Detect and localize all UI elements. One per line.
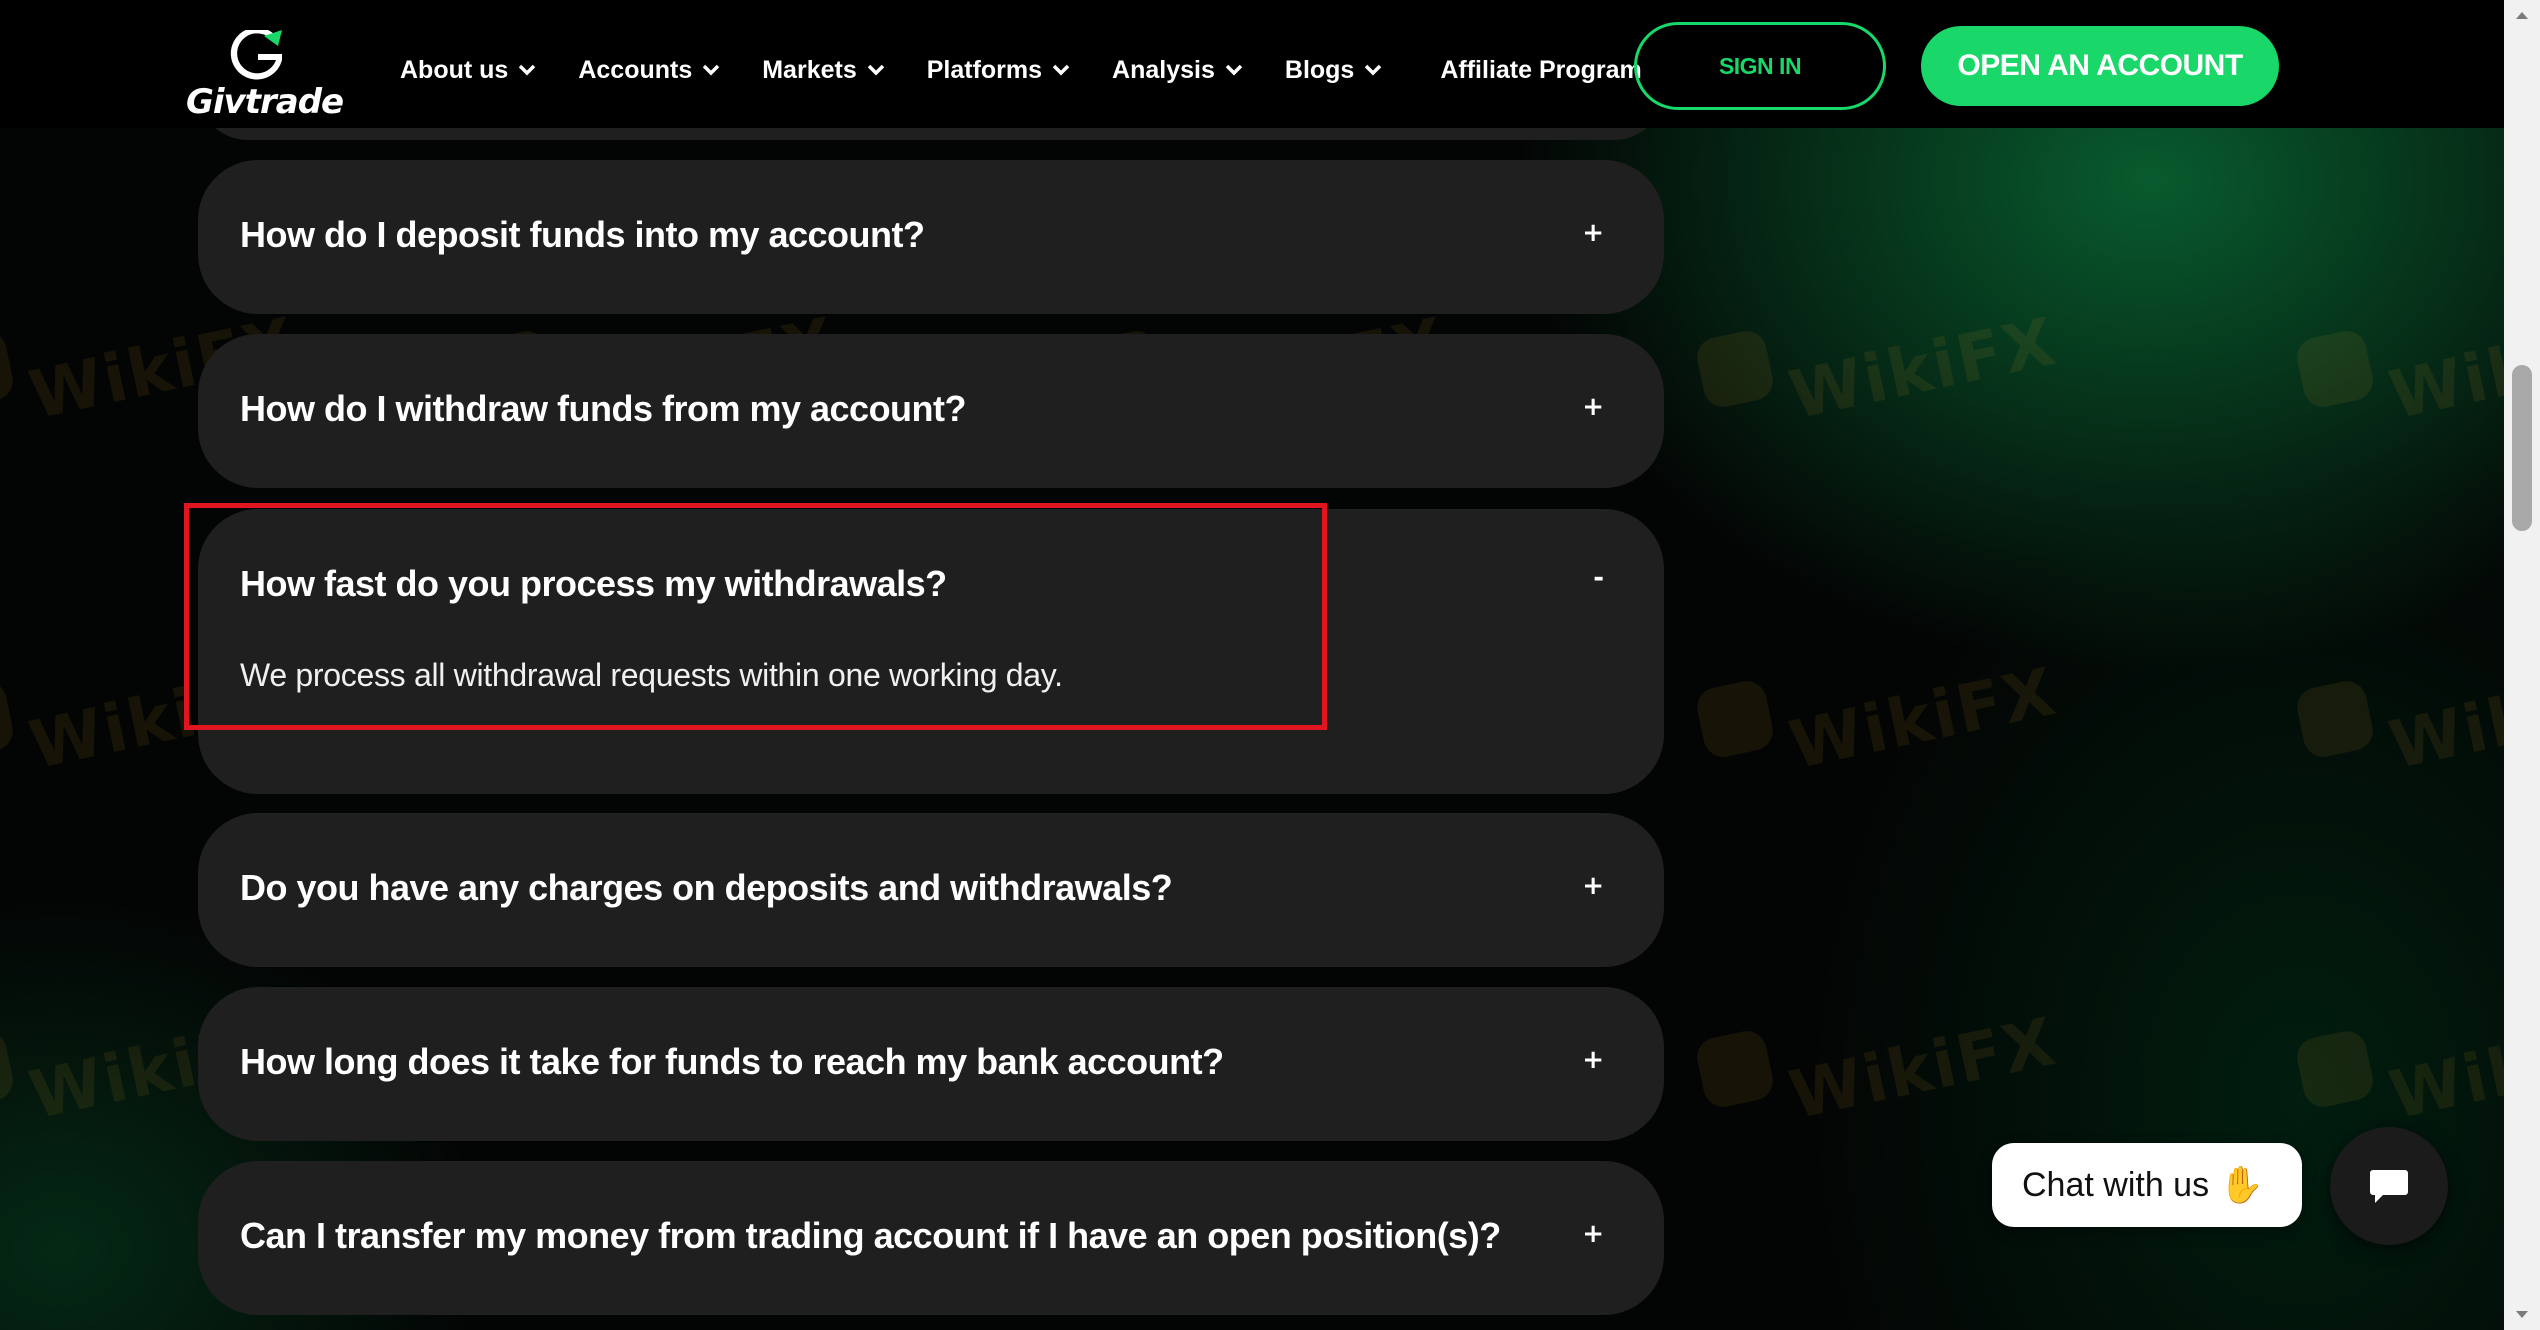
nav-label: Blogs <box>1284 55 1355 84</box>
expand-plus-icon[interactable]: + <box>1582 218 1604 248</box>
nav-markets[interactable]: Markets <box>762 48 887 92</box>
chevron-down-icon <box>1052 64 1070 76</box>
faq-item[interactable]: How do I deposit funds into my account? … <box>198 160 1664 314</box>
faq-question[interactable]: Do you have any charges on deposits and … <box>240 867 1173 909</box>
chevron-down-icon <box>519 64 536 76</box>
watermark: WikiFX <box>1693 653 2063 784</box>
faq-question[interactable]: How fast do you process my withdrawals? <box>240 563 947 605</box>
nav-accounts[interactable]: Accounts <box>578 48 722 92</box>
nav-platforms[interactable]: Platforms <box>927 48 1072 92</box>
expand-plus-icon[interactable]: + <box>1582 871 1604 901</box>
faq-question[interactable]: How do I withdraw funds from my account? <box>240 388 967 430</box>
page: WikiFX WikiFX WikiFX WikiFX WikiFX WikiF… <box>0 0 2504 1330</box>
chat-with-us-bubble[interactable]: Chat with us ✋ <box>1992 1143 2302 1227</box>
faq-question[interactable]: Can I transfer my money from trading acc… <box>240 1215 1501 1257</box>
chevron-down-icon <box>867 64 884 76</box>
sign-in-button[interactable]: SIGN IN <box>1634 22 1886 110</box>
chat-launcher-button[interactable] <box>2330 1127 2448 1245</box>
watermark: WikiFX <box>1693 303 2063 434</box>
scroll-down-arrow-icon[interactable] <box>2504 1300 2540 1330</box>
faq-item[interactable]: How long does it take for funds to reach… <box>198 987 1664 1141</box>
g-logo-icon <box>230 30 282 80</box>
faq-answer: We process all withdrawal requests withi… <box>240 657 1063 693</box>
nav-label: Markets <box>762 55 857 84</box>
chat-icon <box>2370 1170 2408 1203</box>
page-scrollbar[interactable] <box>2504 0 2540 1330</box>
faq-item[interactable]: How do I withdraw funds from my account?… <box>198 334 1664 488</box>
watermark: WikiFX <box>1693 1003 2063 1134</box>
brand-name: Givtrade <box>186 82 344 122</box>
scroll-up-arrow-icon[interactable] <box>2504 0 2540 30</box>
scrollbar-thumb[interactable] <box>2512 365 2532 531</box>
nav-blogs[interactable]: Blogs <box>1285 48 1384 92</box>
watermark: WikiFX <box>2293 653 2504 784</box>
nav-label: About us <box>400 55 509 84</box>
chevron-down-icon <box>1365 64 1382 76</box>
expand-plus-icon[interactable]: + <box>1582 1219 1604 1249</box>
chevron-down-icon <box>702 64 720 76</box>
faq-item[interactable]: Can I transfer my money from trading acc… <box>198 1161 1664 1315</box>
watermark: WikiFX <box>2293 303 2504 434</box>
faq-question[interactable]: How long does it take for funds to reach… <box>240 1041 1224 1083</box>
collapse-minus-icon[interactable]: - <box>1593 563 1604 593</box>
open-account-button[interactable]: OPEN AN ACCOUNT <box>1921 26 2279 106</box>
faq-item[interactable]: Do you have any charges on deposits and … <box>198 813 1664 967</box>
expand-plus-icon[interactable]: + <box>1582 392 1604 422</box>
nav-label: Accounts <box>578 55 693 84</box>
nav-analysis[interactable]: Analysis <box>1112 48 1245 92</box>
nav-label: Platforms <box>926 55 1043 84</box>
watermark: WikiFX <box>2293 1003 2504 1134</box>
chat-label: Chat with us <box>2022 1165 2210 1204</box>
main-nav: About us Accounts Markets Platforms Anal… <box>400 48 1642 92</box>
chevron-down-icon <box>1225 64 1243 76</box>
brand-logo[interactable]: Givtrade <box>186 30 344 122</box>
nav-affiliate-program[interactable]: Affiliate Program <box>1440 48 1641 92</box>
faq-item-expanded[interactable]: How fast do you process my withdrawals? … <box>198 509 1664 794</box>
nav-label: Analysis <box>1112 55 1215 84</box>
nav-about-us[interactable]: About us <box>400 48 538 92</box>
waving-hand-icon: ✋ <box>2219 1164 2264 1205</box>
faq-question[interactable]: How do I deposit funds into my account? <box>240 214 925 256</box>
expand-plus-icon[interactable]: + <box>1582 1045 1604 1075</box>
nav-label: Affiliate Program <box>1440 55 1642 84</box>
site-header: Givtrade About us Accounts Markets Platf… <box>0 0 2504 128</box>
